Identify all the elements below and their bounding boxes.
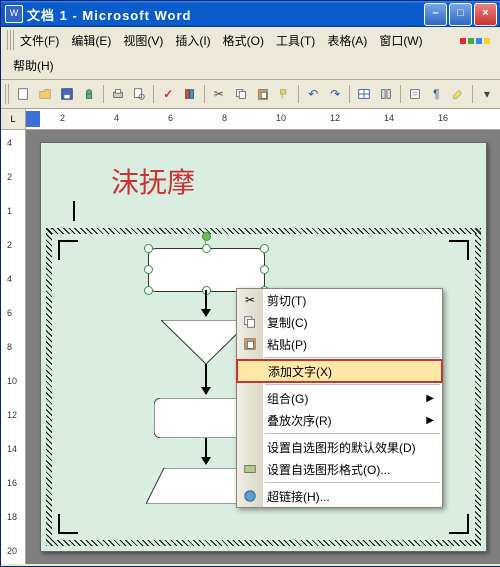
office-logo: [455, 30, 495, 51]
ctx-set-defaults[interactable]: 设置自选图形的默认效果(D): [237, 436, 442, 458]
arrow-connector[interactable]: [205, 364, 207, 394]
ctx-add-text[interactable]: 添加文字(X): [236, 359, 443, 383]
menu-tools[interactable]: 工具(T): [270, 30, 321, 51]
arrow-connector[interactable]: [205, 290, 207, 316]
horizontal-ruler[interactable]: 246810121416: [26, 109, 500, 130]
resize-handle[interactable]: [260, 265, 269, 274]
statusbar: [1, 564, 500, 566]
undo-icon[interactable]: ↶: [303, 83, 323, 105]
print-preview-icon[interactable]: [130, 83, 150, 105]
hyperlink-icon: [241, 487, 259, 505]
menu-help[interactable]: 帮助(H): [7, 55, 60, 76]
menu-table[interactable]: 表格(A): [321, 30, 373, 51]
paste-icon: [241, 335, 259, 353]
submenu-arrow-icon: ▶: [426, 415, 434, 426]
document-area[interactable]: 沫抚摩: [26, 130, 500, 564]
menubar: 文件(F) 编辑(E) 视图(V) 插入(I) 格式(O) 工具(T) 表格(A…: [1, 27, 500, 80]
resize-handle[interactable]: [144, 265, 153, 274]
ctx-copy[interactable]: 复制(C): [237, 311, 442, 333]
ruler-corner: L: [1, 109, 26, 130]
maximize-button[interactable]: □: [449, 3, 472, 26]
show-marks-icon[interactable]: ¶: [426, 83, 446, 105]
ctx-format-shape[interactable]: 设置自选图形格式(O)...: [237, 458, 442, 480]
research-icon[interactable]: [180, 83, 200, 105]
ctx-hyperlink[interactable]: 超链接(H)...: [237, 485, 442, 507]
toolbar-options-icon[interactable]: ▾: [477, 83, 497, 105]
vertical-ruler[interactable]: 4212468101214161820: [1, 130, 26, 564]
ctx-cut[interactable]: ✂剪切(T): [237, 289, 442, 311]
columns-icon[interactable]: [376, 83, 396, 105]
resize-handle[interactable]: [202, 244, 211, 253]
menu-insert[interactable]: 插入(I): [169, 30, 216, 51]
format-painter-icon[interactable]: [275, 83, 295, 105]
print-icon[interactable]: [108, 83, 128, 105]
resize-handle[interactable]: [260, 244, 269, 253]
submenu-arrow-icon: ▶: [426, 393, 434, 404]
new-doc-icon[interactable]: [13, 83, 33, 105]
resize-handle[interactable]: [144, 244, 153, 253]
ctx-order[interactable]: 叠放次序(R)▶: [237, 409, 442, 431]
insert-table-icon[interactable]: [354, 83, 374, 105]
standard-toolbar: ✓ ✂ ↶ ↷ ¶ ▾: [1, 80, 500, 109]
minimize-button[interactable]: –: [424, 3, 447, 26]
titlebar[interactable]: W 文档 1 - Microsoft Word – □ ×: [1, 1, 500, 27]
spellcheck-icon[interactable]: ✓: [158, 83, 178, 105]
close-button[interactable]: ×: [474, 3, 497, 26]
cut-icon: ✂: [241, 291, 259, 309]
redo-icon[interactable]: ↷: [325, 83, 345, 105]
rotate-handle[interactable]: [202, 232, 211, 241]
context-menu: ✂剪切(T) 复制(C) 粘贴(P) 添加文字(X) 组合(G)▶ 叠放次序(R…: [236, 288, 443, 508]
copy-icon: [241, 313, 259, 331]
menu-format[interactable]: 格式(O): [217, 30, 270, 51]
resize-handle[interactable]: [144, 286, 153, 295]
save-icon[interactable]: [57, 83, 77, 105]
app-icon: W: [5, 5, 23, 23]
open-icon[interactable]: [35, 83, 55, 105]
permission-icon[interactable]: [79, 83, 99, 105]
page[interactable]: 沫抚摩: [40, 142, 487, 552]
toolbar-handle[interactable]: [7, 30, 14, 50]
format-shape-icon: [241, 460, 259, 478]
copy-icon[interactable]: [231, 83, 251, 105]
ctx-paste[interactable]: 粘贴(P): [237, 333, 442, 355]
document-map-icon[interactable]: [405, 83, 425, 105]
highlight-icon[interactable]: [448, 83, 468, 105]
toolbar-handle[interactable]: [5, 84, 11, 104]
ctx-group[interactable]: 组合(G)▶: [237, 387, 442, 409]
arrow-connector[interactable]: [205, 438, 207, 464]
menu-file[interactable]: 文件(F): [14, 30, 65, 51]
text-cursor: [73, 201, 75, 221]
menu-edit[interactable]: 编辑(E): [65, 30, 117, 51]
paste-icon[interactable]: [253, 83, 273, 105]
menu-view[interactable]: 视图(V): [117, 30, 169, 51]
cut-icon[interactable]: ✂: [209, 83, 229, 105]
document-text: 沫抚摩: [111, 161, 195, 201]
menu-window[interactable]: 窗口(W): [373, 30, 428, 51]
drawing-canvas[interactable]: ✂剪切(T) 复制(C) 粘贴(P) 添加文字(X) 组合(G)▶ 叠放次序(R…: [46, 228, 481, 546]
window-title: 文档 1 - Microsoft Word: [27, 5, 424, 24]
